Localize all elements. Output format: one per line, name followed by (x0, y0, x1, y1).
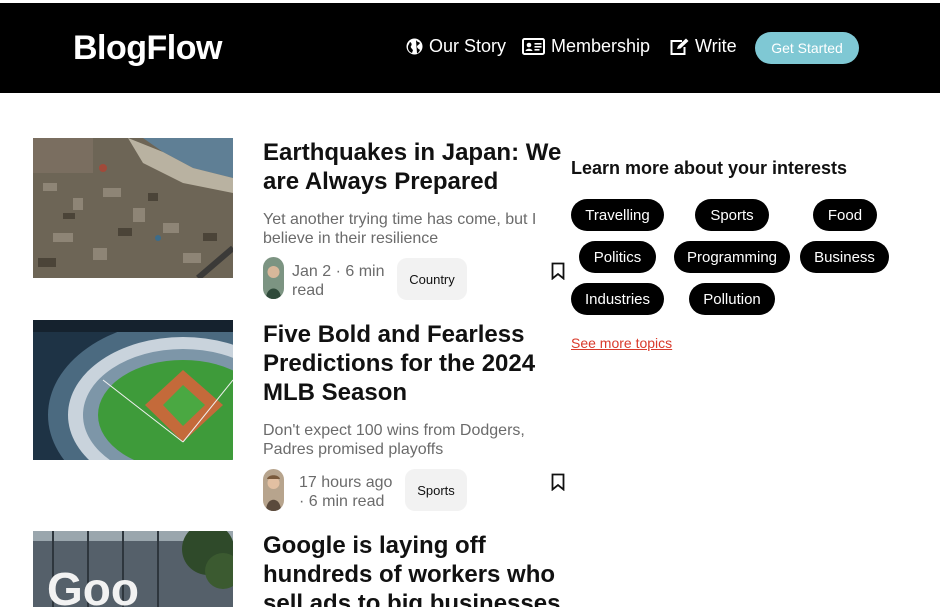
author-avatar[interactable] (263, 469, 284, 511)
nav-our-story[interactable]: Our Story (406, 36, 506, 57)
interests-heading: Learn more about your interests (571, 158, 848, 178)
nav-write-label: Write (695, 36, 737, 56)
topic-pill-sports[interactable]: Sports (695, 199, 769, 231)
globe-icon (406, 38, 423, 55)
nav-our-story-label: Our Story (429, 36, 507, 56)
article-title[interactable]: Earthquakes in Japan: We are Always Prep… (263, 138, 563, 196)
topic-pill-pollution[interactable]: Pollution (689, 283, 775, 315)
article-tag[interactable]: Sports (405, 469, 467, 511)
bookmark-icon[interactable] (551, 262, 565, 285)
article-subtitle: Yet another trying time has come, but I … (263, 211, 537, 247)
article-read-time: · 6 min read (299, 493, 385, 510)
article-card[interactable]: Five Bold and Fearless Predictions for t… (33, 320, 573, 520)
article-tag[interactable]: Country (397, 258, 467, 300)
navbar: BlogFlow Our Story Membership Write Get … (0, 3, 940, 93)
article-date: Jan 2 · 6 min (292, 263, 385, 280)
see-more-topics-link[interactable]: See more topics (571, 335, 672, 351)
edit-icon (669, 38, 689, 56)
article-title[interactable]: Five Bold and Fearless Predictions for t… (263, 320, 563, 407)
topic-pill-politics[interactable]: Politics (579, 241, 656, 273)
id-card-icon (522, 38, 545, 55)
bookmark-icon[interactable] (551, 473, 565, 496)
article-title[interactable]: Google is laying off hundreds of workers… (263, 531, 563, 607)
get-started-button[interactable]: Get Started (755, 32, 859, 64)
topic-pill-business[interactable]: Business (800, 241, 889, 273)
nav-write[interactable]: Write (669, 36, 737, 57)
article-thumbnail[interactable] (33, 138, 233, 278)
nav-membership-label: Membership (551, 36, 651, 56)
site-logo[interactable]: BlogFlow (73, 29, 222, 68)
author-avatar[interactable] (263, 257, 284, 299)
article-read-time: read (292, 282, 325, 299)
article-card[interactable]: Goo Google is laying off hundreds of wor… (33, 531, 573, 607)
topic-pill-food[interactable]: Food (813, 199, 877, 231)
nav-membership[interactable]: Membership (522, 36, 650, 57)
article-meta: 17 hours ago · 6 min read (299, 473, 399, 511)
article-date: 17 hours ago (299, 474, 393, 491)
svg-text:Goo: Goo (47, 563, 139, 607)
article-thumbnail[interactable] (33, 320, 233, 460)
article-meta: Jan 2 · 6 min read (292, 262, 392, 300)
article-thumbnail[interactable]: Goo (33, 531, 233, 607)
article-subtitle: Don't expect 100 wins from Dodgers, Padr… (263, 422, 525, 458)
topic-pill-programming[interactable]: Programming (674, 241, 790, 273)
article-card[interactable]: Earthquakes in Japan: We are Always Prep… (33, 138, 573, 308)
topic-pill-industries[interactable]: Industries (571, 283, 664, 315)
topic-pill-travelling[interactable]: Travelling (571, 199, 664, 231)
